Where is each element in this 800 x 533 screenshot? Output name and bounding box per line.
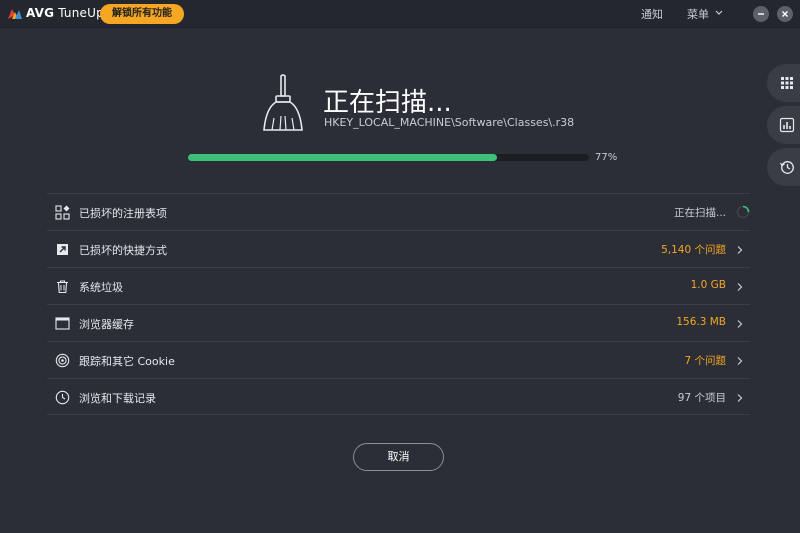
loading-spinner-icon <box>736 205 750 219</box>
side-performance-button[interactable] <box>767 106 800 144</box>
scan-current-path: HKEY_LOCAL_MACHINE\Software\Classes\.r38 <box>324 116 575 129</box>
result-value: 97 个项目 <box>677 392 726 404</box>
history-icon <box>779 161 794 174</box>
product-name: TuneUp <box>58 6 104 20</box>
result-row-browser-cache[interactable]: 浏览器缓存 156.3 MB <box>47 304 750 341</box>
result-row-browsing-history[interactable]: 浏览和下载记录 97 个项目 <box>47 378 750 415</box>
scan-results-list: 已损坏的注册表项 正在扫描... 已损坏的快捷方式 5,140 个问题 系统垃圾… <box>47 193 750 415</box>
minimize-button[interactable] <box>753 6 769 22</box>
trash-icon <box>57 280 68 294</box>
result-label: 浏览器缓存 <box>79 318 134 331</box>
app-brand: AVG TuneUp <box>26 6 104 20</box>
brand-name: AVG <box>26 6 55 20</box>
result-value: 5,140 个问题 <box>661 244 726 256</box>
result-row-shortcuts[interactable]: 已损坏的快捷方式 5,140 个问题 <box>47 230 750 267</box>
result-label: 已损坏的注册表项 <box>79 207 167 220</box>
chevron-right-icon <box>737 320 743 328</box>
grid-icon <box>781 77 793 89</box>
result-row-registry[interactable]: 已损坏的注册表项 正在扫描... <box>47 193 750 230</box>
registry-icon <box>55 205 70 220</box>
unlock-all-features-button[interactable]: 解锁所有功能 <box>100 4 184 24</box>
side-history-button[interactable] <box>767 148 800 186</box>
result-label: 系统垃圾 <box>79 281 123 294</box>
scan-progress-bar <box>188 154 589 161</box>
chevron-right-icon <box>737 246 743 254</box>
cancel-button[interactable]: 取消 <box>353 443 444 471</box>
target-icon <box>55 353 70 368</box>
clock-icon <box>55 390 70 405</box>
chevron-right-icon <box>737 357 743 365</box>
chevron-right-icon <box>737 394 743 402</box>
chevron-right-icon <box>737 283 743 291</box>
menu-button[interactable]: 菜单 <box>687 6 709 22</box>
browser-window-icon <box>55 317 70 330</box>
shortcut-icon <box>57 244 68 255</box>
close-icon <box>782 11 788 17</box>
result-label: 浏览和下载记录 <box>79 392 156 405</box>
close-button[interactable] <box>777 6 793 22</box>
scan-progress-percent: 77% <box>595 152 618 163</box>
chevron-down-icon[interactable] <box>714 8 724 18</box>
scan-status-title: 正在扫描... <box>323 88 452 118</box>
side-apps-button[interactable] <box>767 64 800 102</box>
result-value: 正在扫描... <box>673 207 726 219</box>
bar-chart-icon <box>779 117 795 133</box>
broom-icon <box>263 74 303 131</box>
result-value: 156.3 MB <box>676 316 726 328</box>
result-row-system-junk[interactable]: 系统垃圾 1.0 GB <box>47 267 750 304</box>
result-value: 7 个问题 <box>684 355 726 367</box>
title-bar: AVG TuneUp 解锁所有功能 通知 菜单 <box>0 0 800 28</box>
notifications-button[interactable]: 通知 <box>641 6 663 22</box>
result-label: 跟踪和其它 Cookie <box>79 355 175 368</box>
result-label: 已损坏的快捷方式 <box>79 244 167 257</box>
minimize-icon <box>758 13 764 15</box>
result-row-tracking-cookies[interactable]: 跟踪和其它 Cookie 7 个问题 <box>47 341 750 378</box>
result-value: 1.0 GB <box>690 279 726 291</box>
scan-progress-fill <box>188 154 497 161</box>
avg-logo-icon <box>8 9 22 19</box>
